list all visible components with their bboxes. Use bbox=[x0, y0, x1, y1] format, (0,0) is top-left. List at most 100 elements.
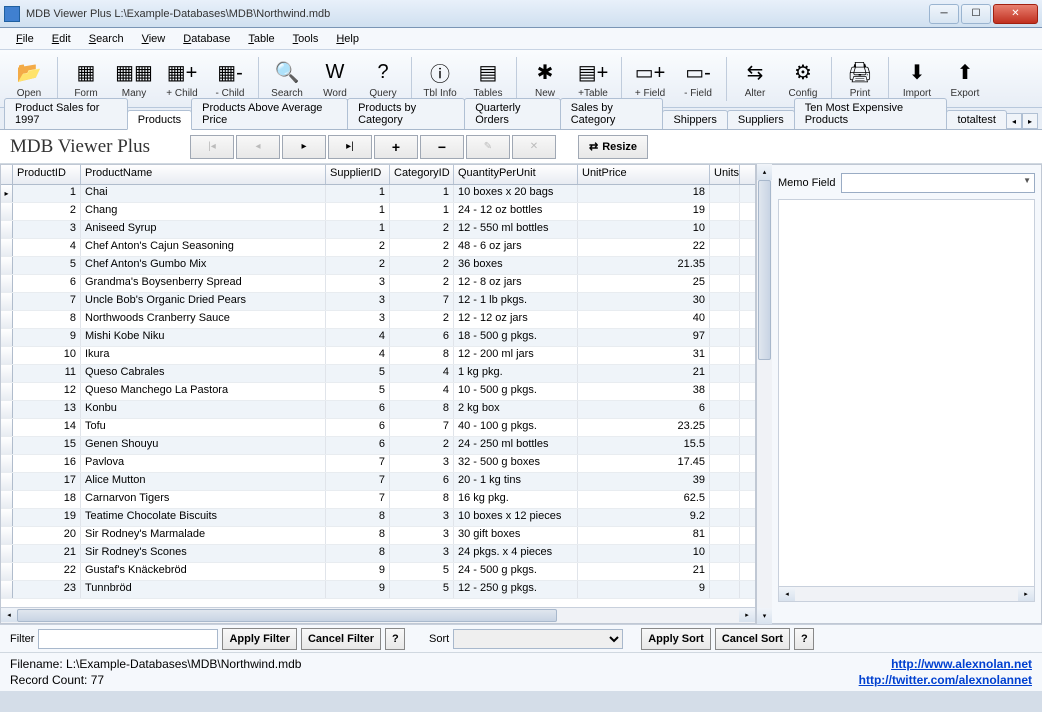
toolbar-many[interactable]: ▦▦Many bbox=[111, 53, 157, 105]
toolbar-export[interactable]: ⬆Export bbox=[942, 53, 988, 105]
filter-help-button[interactable]: ? bbox=[385, 628, 405, 650]
table-row[interactable]: 21Sir Rodney's Scones8324 pkgs. x 4 piec… bbox=[1, 545, 755, 563]
toolbar-form[interactable]: ▦Form bbox=[63, 53, 109, 105]
toolbar-word[interactable]: WWord bbox=[312, 53, 358, 105]
memo-scroll-right[interactable]: ▸ bbox=[1018, 587, 1034, 601]
website-link[interactable]: http://www.alexnolan.net bbox=[891, 657, 1032, 671]
table-row[interactable]: 5Chef Anton's Gumbo Mix2236 boxes21.35 bbox=[1, 257, 755, 275]
toolbar-print[interactable]: 🖨Print bbox=[837, 53, 883, 105]
toolbar--child[interactable]: ▦-- Child bbox=[207, 53, 253, 105]
grid-body[interactable]: ▸1Chai1110 boxes x 20 bags182Chang1124 -… bbox=[1, 185, 755, 607]
tab-scroll-left[interactable]: ◂ bbox=[1006, 113, 1022, 129]
menu-file[interactable]: File bbox=[8, 31, 42, 47]
nav-next-button[interactable]: ▸ bbox=[282, 135, 326, 159]
toolbar-tables[interactable]: ▤Tables bbox=[465, 53, 511, 105]
table-row[interactable]: 13Konbu682 kg box6 bbox=[1, 401, 755, 419]
cancel-filter-button[interactable]: Cancel Filter bbox=[301, 628, 381, 650]
menu-view[interactable]: View bbox=[134, 31, 174, 47]
vscroll-thumb[interactable] bbox=[758, 180, 771, 360]
minimize-button[interactable]: ─ bbox=[929, 4, 959, 24]
toolbar-import[interactable]: ⬇Import bbox=[894, 53, 940, 105]
twitter-link[interactable]: http://twitter.com/alexnolannet bbox=[859, 673, 1032, 687]
scroll-left-button[interactable]: ◂ bbox=[1, 608, 17, 622]
table-row[interactable]: 11Queso Cabrales541 kg pkg.21 bbox=[1, 365, 755, 383]
table-row[interactable]: 17Alice Mutton7620 - 1 kg tins39 bbox=[1, 473, 755, 491]
resize-button[interactable]: ⇄ Resize bbox=[578, 135, 648, 159]
tab-sales-by-category[interactable]: Sales by Category bbox=[560, 98, 664, 129]
toolbar-new[interactable]: ✱New bbox=[522, 53, 568, 105]
table-row[interactable]: 3Aniseed Syrup1212 - 550 ml bottles10 bbox=[1, 221, 755, 239]
scroll-right-button[interactable]: ▸ bbox=[739, 608, 755, 622]
tab-shippers[interactable]: Shippers bbox=[662, 110, 727, 129]
cancel-sort-button[interactable]: Cancel Sort bbox=[715, 628, 790, 650]
memo-field-combo[interactable] bbox=[841, 173, 1035, 193]
col-header-categoryid[interactable]: CategoryID bbox=[390, 165, 454, 184]
close-button[interactable]: ✕ bbox=[993, 4, 1038, 24]
scroll-down-button[interactable]: ▾ bbox=[757, 608, 772, 624]
toolbar-search[interactable]: 🔍Search bbox=[264, 53, 310, 105]
table-row[interactable]: 9Mishi Kobe Niku4618 - 500 g pkgs.97 bbox=[1, 329, 755, 347]
apply-filter-button[interactable]: Apply Filter bbox=[222, 628, 297, 650]
table-row[interactable]: 2Chang1124 - 12 oz bottles19 bbox=[1, 203, 755, 221]
menu-search[interactable]: Search bbox=[81, 31, 132, 47]
toolbar--child[interactable]: ▦++ Child bbox=[159, 53, 205, 105]
scroll-up-button[interactable]: ▴ bbox=[757, 164, 772, 180]
toolbar--field[interactable]: ▭++ Field bbox=[627, 53, 673, 105]
memo-scroll-left[interactable]: ◂ bbox=[779, 587, 795, 601]
table-row[interactable]: 6Grandma's Boysenberry Spread3212 - 8 oz… bbox=[1, 275, 755, 293]
toolbar--table[interactable]: ▤++Table bbox=[570, 53, 616, 105]
toolbar-config[interactable]: ⚙Config bbox=[780, 53, 826, 105]
table-row[interactable]: 19Teatime Chocolate Biscuits8310 boxes x… bbox=[1, 509, 755, 527]
apply-sort-button[interactable]: Apply Sort bbox=[641, 628, 711, 650]
tab-products-by-category[interactable]: Products by Category bbox=[347, 98, 465, 129]
nav-first-button[interactable]: |◂ bbox=[190, 135, 234, 159]
table-row[interactable]: 18Carnarvon Tigers7816 kg pkg.62.5 bbox=[1, 491, 755, 509]
col-header-unitprice[interactable]: UnitPrice bbox=[578, 165, 710, 184]
col-header-qpu[interactable]: QuantityPerUnit bbox=[454, 165, 578, 184]
toolbar-tbl-info[interactable]: ⓘTbl Info bbox=[417, 53, 463, 105]
col-header-productname[interactable]: ProductName bbox=[81, 165, 326, 184]
table-row[interactable]: 8Northwoods Cranberry Sauce3212 - 12 oz … bbox=[1, 311, 755, 329]
hscroll-thumb[interactable] bbox=[17, 609, 557, 622]
table-row[interactable]: 7Uncle Bob's Organic Dried Pears3712 - 1… bbox=[1, 293, 755, 311]
nav-last-button[interactable]: ▸| bbox=[328, 135, 372, 159]
vertical-scrollbar[interactable]: ▴ ▾ bbox=[756, 164, 772, 624]
sort-help-button[interactable]: ? bbox=[794, 628, 814, 650]
toolbar-query[interactable]: ?Query bbox=[360, 53, 406, 105]
tab-products[interactable]: Products bbox=[127, 110, 192, 130]
filter-input[interactable] bbox=[38, 629, 218, 649]
menu-table[interactable]: Table bbox=[240, 31, 282, 47]
table-row[interactable]: 4Chef Anton's Cajun Seasoning2248 - 6 oz… bbox=[1, 239, 755, 257]
maximize-button[interactable]: ☐ bbox=[961, 4, 991, 24]
table-row[interactable]: 20Sir Rodney's Marmalade8330 gift boxes8… bbox=[1, 527, 755, 545]
table-row[interactable]: ▸1Chai1110 boxes x 20 bags18 bbox=[1, 185, 755, 203]
tab-scroll-right[interactable]: ▸ bbox=[1022, 113, 1038, 129]
table-row[interactable]: 23Tunnbröd9512 - 250 g pkgs.9 bbox=[1, 581, 755, 599]
horizontal-scrollbar[interactable]: ◂ ▸ bbox=[1, 607, 755, 623]
toolbar--field[interactable]: ▭-- Field bbox=[675, 53, 721, 105]
menu-tools[interactable]: Tools bbox=[285, 31, 327, 47]
menu-database[interactable]: Database bbox=[175, 31, 238, 47]
table-row[interactable]: 14Tofu6740 - 100 g pkgs.23.25 bbox=[1, 419, 755, 437]
memo-body[interactable] bbox=[778, 199, 1035, 587]
sort-combo[interactable] bbox=[453, 629, 623, 649]
col-header-supplierid[interactable]: SupplierID bbox=[326, 165, 390, 184]
cancel-edit-button[interactable]: ✕ bbox=[512, 135, 556, 159]
delete-record-button[interactable]: − bbox=[420, 135, 464, 159]
menu-edit[interactable]: Edit bbox=[44, 31, 79, 47]
nav-prev-button[interactable]: ◂ bbox=[236, 135, 280, 159]
data-grid[interactable]: ProductID ProductName SupplierID Categor… bbox=[0, 164, 756, 624]
tab-suppliers[interactable]: Suppliers bbox=[727, 110, 795, 129]
toolbar-open[interactable]: 📂Open bbox=[6, 53, 52, 105]
tab-totaltest[interactable]: totaltest bbox=[946, 110, 1007, 129]
table-row[interactable]: 22Gustaf's Knäckebröd9524 - 500 g pkgs.2… bbox=[1, 563, 755, 581]
tab-ten-most-expensive-products[interactable]: Ten Most Expensive Products bbox=[794, 98, 948, 129]
tab-products-above-average-price[interactable]: Products Above Average Price bbox=[191, 98, 348, 129]
menu-help[interactable]: Help bbox=[328, 31, 367, 47]
table-row[interactable]: 16Pavlova7332 - 500 g boxes17.45 bbox=[1, 455, 755, 473]
table-row[interactable]: 15Genen Shouyu6224 - 250 ml bottles15.5 bbox=[1, 437, 755, 455]
table-row[interactable]: 10Ikura4812 - 200 ml jars31 bbox=[1, 347, 755, 365]
col-header-units[interactable]: UnitsI bbox=[710, 165, 740, 184]
tab-product-sales-for-1997[interactable]: Product Sales for 1997 bbox=[4, 98, 128, 129]
col-header-productid[interactable]: ProductID bbox=[13, 165, 81, 184]
